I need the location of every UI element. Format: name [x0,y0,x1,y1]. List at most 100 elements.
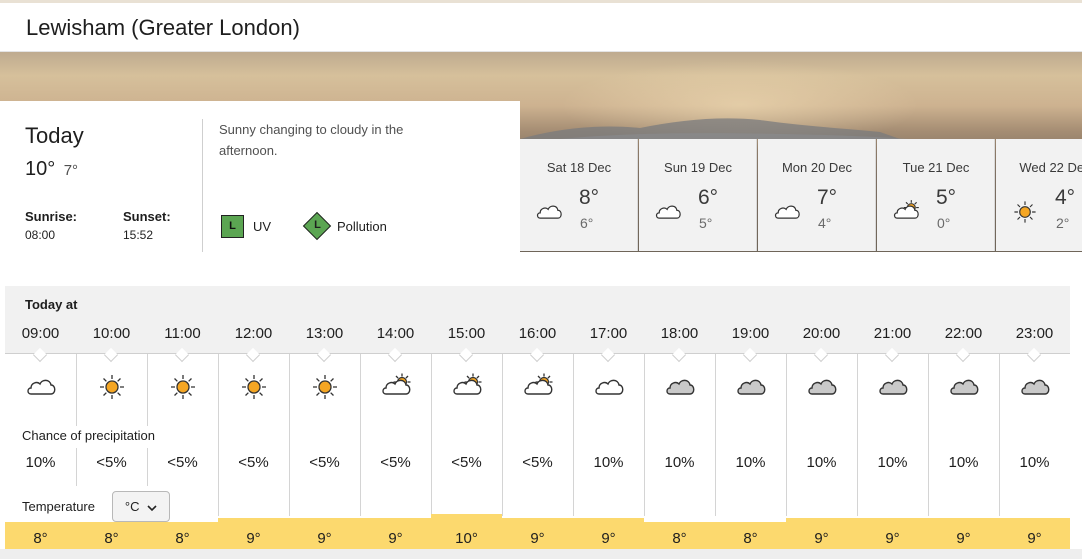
forecast-low-temp: 6° [580,215,594,231]
temperature-value: 9° [814,530,829,547]
hourly-time-tab[interactable]: 09:00 [5,320,76,354]
forecast-day-card[interactable]: Sat 18 Dec 8° 6° [520,139,638,251]
sunset-time: 15:52 [123,228,154,242]
grey-cloud-icon [644,370,715,409]
pollution-level-letter: L [314,219,321,231]
temperature-value: 9° [388,530,403,547]
temperature-value: 8° [33,530,48,547]
temperature-value: 9° [601,530,616,547]
temperature-value: 9° [956,530,971,547]
hourly-time-tab[interactable]: 16:00 [502,320,573,354]
hourly-time-tab[interactable]: 15:00 [431,320,502,354]
forecast-day-name: Mon 20 Dec [781,160,853,175]
sunrise-block: Sunrise: 08:00 [25,209,77,242]
sun-icon [1010,197,1040,232]
location-title: Lewisham (Greater London) [26,15,300,40]
precipitation-value: 10% [25,454,56,471]
today-high-temp: 10° [25,158,56,180]
precipitation-value: <5% [522,454,553,471]
cloud-icon [5,370,76,409]
forecast-high-temp: 8° [579,186,600,209]
hourly-heading-bar: Today at [5,286,1070,320]
temperature-value: 10° [455,530,478,547]
temperature-value: 9° [246,530,261,547]
forecast-high-temp: 4° [1055,186,1076,209]
uv-label[interactable]: UV [253,219,271,234]
sun-icon [147,370,218,409]
precipitation-value: <5% [96,454,127,471]
sun-icon [218,370,289,409]
uv-level-badge[interactable]: L [221,215,244,238]
today-divider [202,119,203,252]
forecast-day-name: Wed 22 Dec [1019,160,1082,175]
hourly-time-row: 09:00 10:00 11:00 12:00 13:00 14:00 15:00 16:00… [5,320,1070,354]
hourly-time-tab[interactable]: 20:00 [786,320,857,354]
chevron-down-icon [147,504,157,511]
hourly-time-tab[interactable]: 18:00 [644,320,715,354]
precipitation-value: 10% [877,454,908,471]
temperature-unit-value: °C [124,499,140,514]
sun-cloud-icon [431,370,502,409]
precipitation-value: 10% [1019,454,1050,471]
hourly-time-tab[interactable]: 12:00 [218,320,289,354]
today-low-temp: 7° [63,162,79,179]
cloud-icon [573,370,644,409]
forecast-high-temp: 5° [936,186,957,209]
cloud-icon [534,197,564,232]
hourly-time-tab[interactable]: 19:00 [715,320,786,354]
forecast-low-temp: 2° [1056,215,1070,231]
hourly-time-tab[interactable]: 23:00 [999,320,1070,354]
forecast-day-card[interactable]: Tue 21 Dec 5° 0° [877,139,995,251]
sunset-label: Sunset: [123,209,171,224]
hourly-time-tab[interactable]: 13:00 [289,320,360,354]
grey-cloud-icon [715,370,786,409]
hourly-time-tab[interactable]: 10:00 [76,320,147,354]
sun-cloud-icon [891,197,921,232]
sunset-block: Sunset: 15:52 [123,209,171,242]
precipitation-value: <5% [380,454,411,471]
precipitation-value: <5% [167,454,198,471]
forecast-high-temp: 7° [817,186,838,209]
sun-icon [289,370,360,409]
forecast-day-card[interactable]: Mon 20 Dec 7° 4° [758,139,876,251]
today-label: Today [25,123,84,148]
precipitation-value: <5% [238,454,269,471]
forecast-day-name: Sun 19 Dec [664,160,732,175]
precipitation-value: 10% [948,454,979,471]
precipitation-value: 10% [735,454,766,471]
temperature-label: Temperature [22,499,95,514]
hourly-time-tab[interactable]: 22:00 [928,320,999,354]
cloud-icon [772,197,802,232]
today-temps: 10° 7° [25,158,78,181]
hourly-time-tab[interactable]: 11:00 [147,320,218,354]
forecast-high-temp: 6° [698,186,719,209]
hourly-time-tab[interactable]: 21:00 [857,320,928,354]
forecast-low-temp: 0° [937,215,951,231]
precipitation-value: <5% [309,454,340,471]
temperature-value: 9° [885,530,900,547]
precipitation-value: 10% [593,454,624,471]
location-header: Lewisham (Greater London) [0,3,1082,52]
pollution-label[interactable]: Pollution [337,219,387,234]
forecast-day-card[interactable]: Wed 22 Dec 4° 2° [996,139,1082,251]
forecast-low-temp: 4° [818,215,832,231]
today-description: Sunny changing to cloudy in the afternoo… [219,122,404,158]
grey-cloud-icon [786,370,857,409]
forecast-day-name: Tue 21 Dec [902,160,970,175]
cloud-icon [653,197,683,232]
temperature-unit-select[interactable]: °C [112,491,170,522]
temperature-value: 9° [317,530,332,547]
sun-cloud-icon [360,370,431,409]
forecast-day-name: Sat 18 Dec [546,160,612,175]
temperature-value: 8° [175,530,190,547]
temperature-value: 9° [530,530,545,547]
bottom-strip [0,549,1082,559]
sunrise-time: 08:00 [25,228,56,242]
today-panel[interactable]: Today 10° 7° Sunrise: 08:00 Sunset: 15:5… [0,101,520,252]
hourly-time-tab[interactable]: 14:00 [360,320,431,354]
temperature-value: 9° [1027,530,1042,547]
sun-icon [76,370,147,409]
hourly-time-tab[interactable]: 17:00 [573,320,644,354]
forecast-day-card[interactable]: Sun 19 Dec 6° 5° [639,139,757,251]
sun-cloud-icon [502,370,573,409]
